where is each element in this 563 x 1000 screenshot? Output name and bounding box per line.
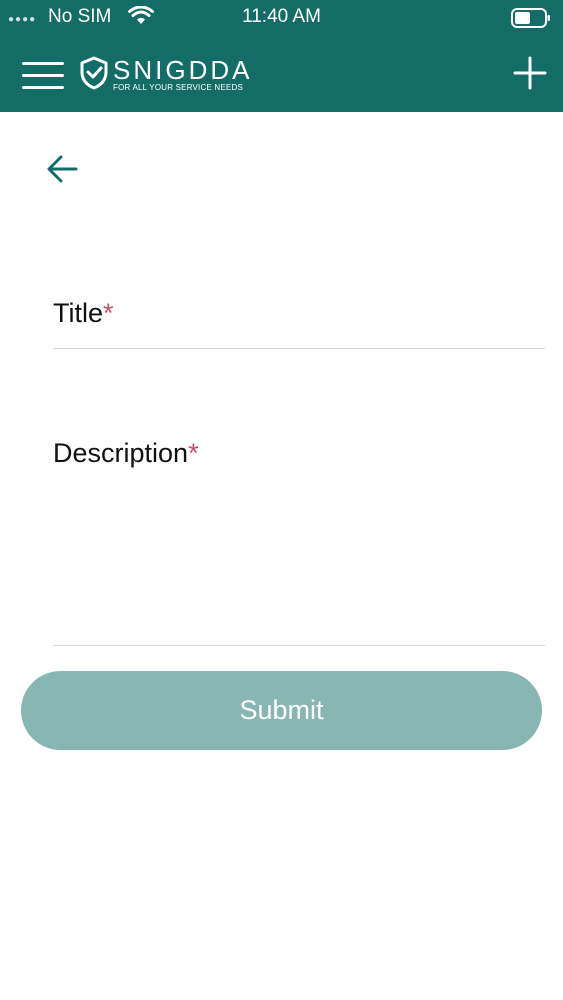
description-underline [53,645,545,646]
shield-check-icon [80,56,108,90]
hamburger-icon[interactable] [22,60,64,90]
title-input[interactable] [53,292,549,348]
brand-tagline: FOR ALL YOUR SERVICE NEEDS [113,83,243,92]
plus-icon[interactable] [513,56,547,90]
description-input[interactable] [53,430,549,646]
navigation-bar: SNIGDDA FOR ALL YOUR SERVICE NEEDS [0,44,563,112]
submit-button[interactable]: Submit [21,671,542,750]
brand-name: SNIGDDA [113,55,253,85]
battery-icon [511,8,551,34]
status-bar: ●●●● No SIM 11:40 AM [0,0,563,36]
app-header: ●●●● No SIM 11:40 AM SNIGDDA FOR ALL YOU… [0,0,563,112]
arrow-left-icon[interactable] [46,152,80,186]
title-underline [53,348,545,349]
clock: 11:40 AM [242,6,321,27]
